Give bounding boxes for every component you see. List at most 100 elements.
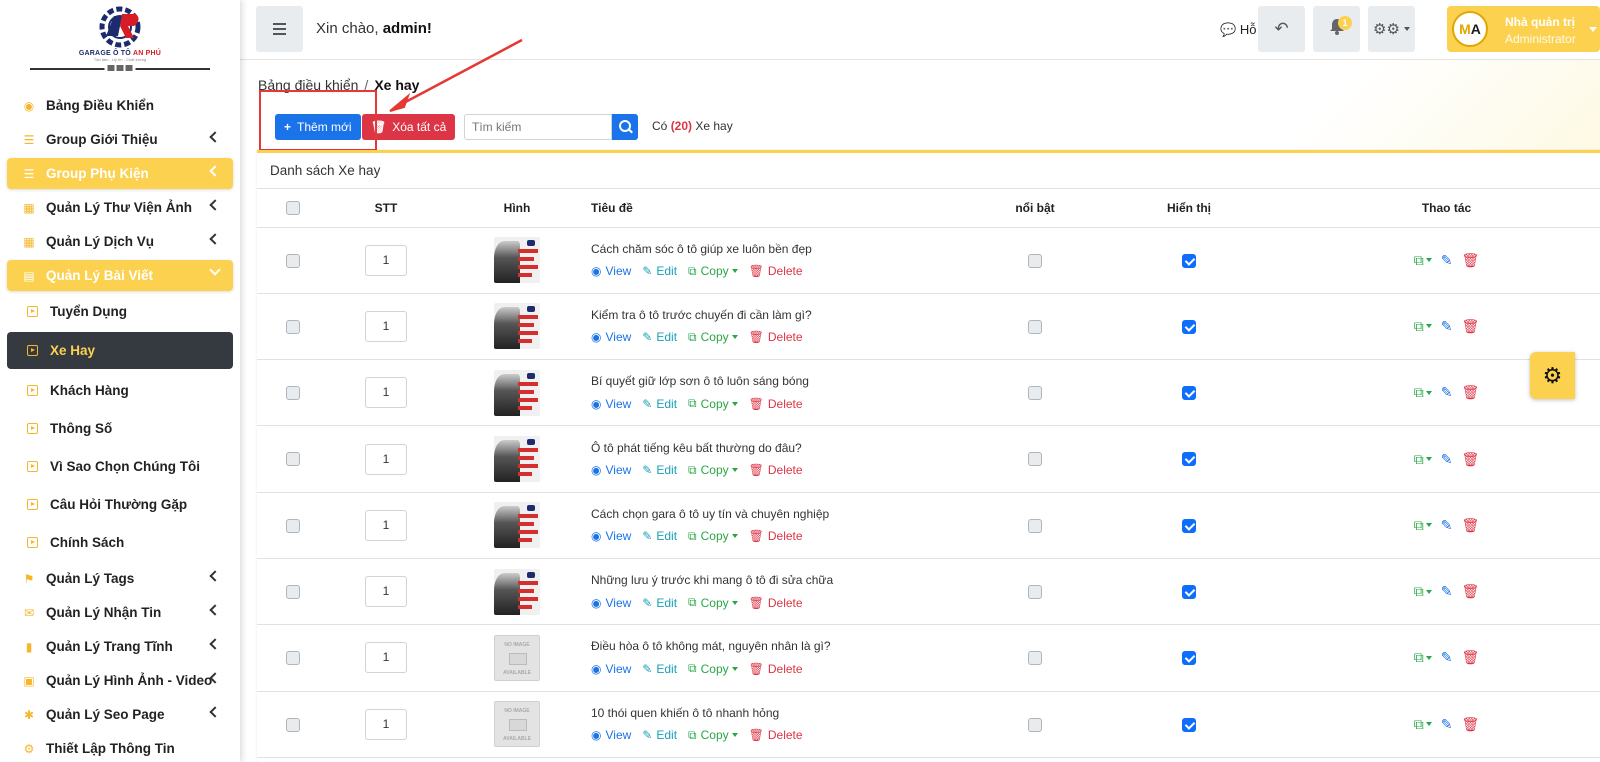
edit-link[interactable]: ✎ Edit xyxy=(642,661,677,676)
delete-link[interactable]: 🗑 Delete xyxy=(749,330,803,345)
edit-button[interactable]: ✎ xyxy=(1441,517,1453,534)
visible-checkbox[interactable] xyxy=(1182,386,1196,401)
delete-button[interactable]: 🗑 xyxy=(1461,716,1479,733)
view-link[interactable]: ◉ View xyxy=(591,330,631,345)
settings-float-button[interactable]: ⚙ xyxy=(1530,352,1575,399)
copy-dropdown[interactable]: ⧉ Copy xyxy=(688,529,738,544)
sidebar-item[interactable]: ▤ Quản Lý Bài Viết xyxy=(7,260,233,291)
delete-button[interactable]: 🗑 xyxy=(1461,451,1479,468)
edit-button[interactable]: ✎ xyxy=(1441,384,1453,401)
row-select-checkbox[interactable] xyxy=(286,651,300,666)
row-select-checkbox[interactable] xyxy=(286,585,300,600)
menu-toggle-button[interactable] xyxy=(256,6,303,52)
row-select-checkbox[interactable] xyxy=(286,452,300,467)
edit-link[interactable]: ✎ Edit xyxy=(642,264,677,279)
copy-dropdown[interactable]: ⧉ Copy xyxy=(688,330,738,345)
sidebar-subitem[interactable]: Xe Hay xyxy=(7,332,233,369)
sidebar-item[interactable]: ⚑ Quản Lý Tags xyxy=(7,563,233,594)
settings-dropdown-button[interactable]: ⚙⚙ xyxy=(1368,6,1415,52)
sidebar-item[interactable]: ▦ Quản Lý Dịch Vụ xyxy=(7,226,233,257)
edit-button[interactable]: ✎ xyxy=(1441,716,1453,733)
no-image-thumbnail[interactable]: NO IMAGE AVAILABLE xyxy=(494,701,540,748)
row-select-checkbox[interactable] xyxy=(286,319,300,334)
row-select-checkbox[interactable] xyxy=(286,253,300,268)
copy-dropdown[interactable]: ⧉ Copy xyxy=(688,728,738,743)
search-input[interactable] xyxy=(464,114,612,140)
post-thumbnail[interactable] xyxy=(494,436,540,483)
copy-dropdown[interactable]: ⧉ Copy xyxy=(688,396,738,411)
sidebar-subitem[interactable]: Chính Sách xyxy=(7,525,233,559)
stt-input[interactable]: 1 xyxy=(365,377,407,409)
delete-button[interactable]: 🗑 xyxy=(1461,517,1479,534)
post-thumbnail[interactable] xyxy=(494,303,540,350)
post-thumbnail[interactable] xyxy=(494,369,540,416)
copy-dropdown-button[interactable]: ⧉ xyxy=(1414,649,1432,666)
copy-dropdown-button[interactable]: ⧉ xyxy=(1414,583,1432,600)
stt-input[interactable]: 1 xyxy=(365,642,407,674)
copy-dropdown-button[interactable]: ⧉ xyxy=(1414,318,1432,335)
visible-checkbox[interactable] xyxy=(1182,585,1196,600)
featured-checkbox[interactable] xyxy=(1028,717,1042,732)
delete-link[interactable]: 🗑 Delete xyxy=(749,463,803,478)
sidebar-subitem[interactable]: Vì Sao Chọn Chúng Tôi xyxy=(7,449,233,483)
post-thumbnail[interactable] xyxy=(494,568,540,615)
back-button[interactable]: ↶ xyxy=(1258,6,1305,52)
copy-dropdown-button[interactable]: ⧉ xyxy=(1414,384,1432,401)
edit-link[interactable]: ✎ Edit xyxy=(642,529,677,544)
row-select-checkbox[interactable] xyxy=(286,518,300,533)
featured-checkbox[interactable] xyxy=(1028,319,1042,334)
featured-checkbox[interactable] xyxy=(1028,452,1042,467)
select-all-checkbox[interactable] xyxy=(286,201,300,216)
view-link[interactable]: ◉ View xyxy=(591,595,631,610)
delete-link[interactable]: 🗑 Delete xyxy=(749,396,803,411)
sidebar-item[interactable]: ☰ Group Phụ Kiện xyxy=(7,158,233,189)
sidebar-item[interactable]: ⚙ Thiết Lập Thông Tin xyxy=(7,733,233,762)
post-thumbnail[interactable] xyxy=(494,237,540,284)
visible-checkbox[interactable] xyxy=(1182,253,1196,268)
delete-button[interactable]: 🗑 xyxy=(1461,252,1479,269)
edit-link[interactable]: ✎ Edit xyxy=(642,595,677,610)
featured-checkbox[interactable] xyxy=(1028,518,1042,533)
edit-button[interactable]: ✎ xyxy=(1441,583,1453,600)
delete-button[interactable]: 🗑 xyxy=(1461,318,1479,335)
visible-checkbox[interactable] xyxy=(1182,651,1196,666)
sidebar-subitem[interactable]: Thông Số xyxy=(7,411,233,445)
sidebar-item[interactable]: ✱ Quản Lý Seo Page xyxy=(7,699,233,730)
featured-checkbox[interactable] xyxy=(1028,585,1042,600)
delete-link[interactable]: 🗑 Delete xyxy=(749,529,803,544)
edit-button[interactable]: ✎ xyxy=(1441,318,1453,335)
visible-checkbox[interactable] xyxy=(1182,717,1196,732)
sidebar-subitem[interactable]: Câu Hỏi Thường Gặp xyxy=(7,487,233,521)
view-link[interactable]: ◉ View xyxy=(591,396,631,411)
stt-input[interactable]: 1 xyxy=(365,708,407,740)
delete-button[interactable]: 🗑 xyxy=(1461,583,1479,600)
copy-dropdown-button[interactable]: ⧉ xyxy=(1414,716,1432,733)
edit-button[interactable]: ✎ xyxy=(1441,649,1453,666)
user-menu-button[interactable]: MA Nhà quản trị Administrator xyxy=(1447,6,1600,52)
delete-link[interactable]: 🗑 Delete xyxy=(749,595,803,610)
view-link[interactable]: ◉ View xyxy=(591,661,631,676)
copy-dropdown-button[interactable]: ⧉ xyxy=(1414,451,1432,468)
featured-checkbox[interactable] xyxy=(1028,253,1042,268)
visible-checkbox[interactable] xyxy=(1182,452,1196,467)
stt-input[interactable]: 1 xyxy=(365,509,407,541)
view-link[interactable]: ◉ View xyxy=(591,463,631,478)
stt-input[interactable]: 1 xyxy=(365,576,407,608)
edit-button[interactable]: ✎ xyxy=(1441,451,1453,468)
sidebar-item[interactable]: ▣ Quản Lý Hình Ảnh - Video xyxy=(7,665,233,696)
visible-checkbox[interactable] xyxy=(1182,518,1196,533)
copy-dropdown-button[interactable]: ⧉ xyxy=(1414,517,1432,534)
sidebar-item[interactable]: ◉ Bảng Điều Khiển xyxy=(7,90,233,121)
view-link[interactable]: ◉ View xyxy=(591,728,631,743)
delete-link[interactable]: 🗑 Delete xyxy=(749,661,803,676)
row-select-checkbox[interactable] xyxy=(286,717,300,732)
view-link[interactable]: ◉ View xyxy=(591,529,631,544)
delete-button[interactable]: 🗑 xyxy=(1461,384,1479,401)
copy-dropdown-button[interactable]: ⧉ xyxy=(1414,252,1432,269)
row-select-checkbox[interactable] xyxy=(286,386,300,401)
sidebar-item[interactable]: ✉ Quản Lý Nhận Tin xyxy=(7,597,233,628)
delete-link[interactable]: 🗑 Delete xyxy=(749,264,803,279)
sidebar-item[interactable]: ▦ Quản Lý Thư Viện Ảnh xyxy=(7,192,233,223)
copy-dropdown[interactable]: ⧉ Copy xyxy=(688,463,738,478)
sidebar-item[interactable]: ▮ Quản Lý Trang Tĩnh xyxy=(7,631,233,662)
